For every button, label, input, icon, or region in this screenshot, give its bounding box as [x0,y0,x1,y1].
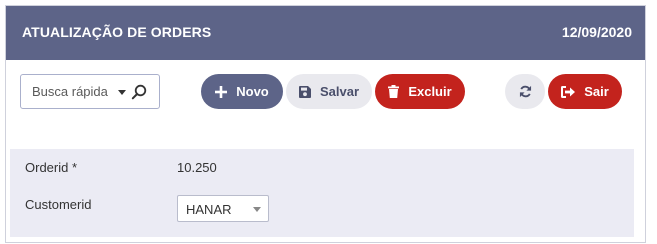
customerid-label: Customerid [25,197,92,212]
chevron-down-icon [253,207,261,212]
orderid-value: 10.250 [177,160,217,175]
delete-button[interactable]: Excluir [375,74,465,109]
orderid-label: Orderid * [25,160,78,175]
save-icon [298,85,311,98]
exit-button-label: Sair [584,84,609,99]
form-panel: Orderid * 10.250 Customerid HANAR [10,149,634,237]
exit-button[interactable]: Sair [548,74,622,109]
trash-icon [388,85,400,98]
new-button-label: Novo [236,84,269,99]
quick-search-label: Busca rápida [32,84,108,99]
header-date: 12/09/2020 [561,24,632,40]
refresh-button[interactable] [505,74,545,109]
page-header: ATUALIZAÇÃO DE ORDERS 12/09/2020 [6,6,645,60]
search-icon[interactable] [131,84,147,100]
sign-out-icon [561,85,576,98]
new-button[interactable]: Novo [201,74,283,109]
save-button-label: Salvar [319,84,360,99]
refresh-icon [519,85,532,98]
chevron-down-icon [118,90,126,95]
customerid-select[interactable]: HANAR [177,195,269,222]
save-button[interactable]: Salvar [286,74,372,109]
plus-icon [215,85,228,98]
delete-button-label: Excluir [408,84,452,99]
page-title: ATUALIZAÇÃO DE ORDERS [22,24,212,40]
quick-search-select[interactable]: Busca rápida [20,74,160,109]
customerid-value: HANAR [186,202,232,217]
